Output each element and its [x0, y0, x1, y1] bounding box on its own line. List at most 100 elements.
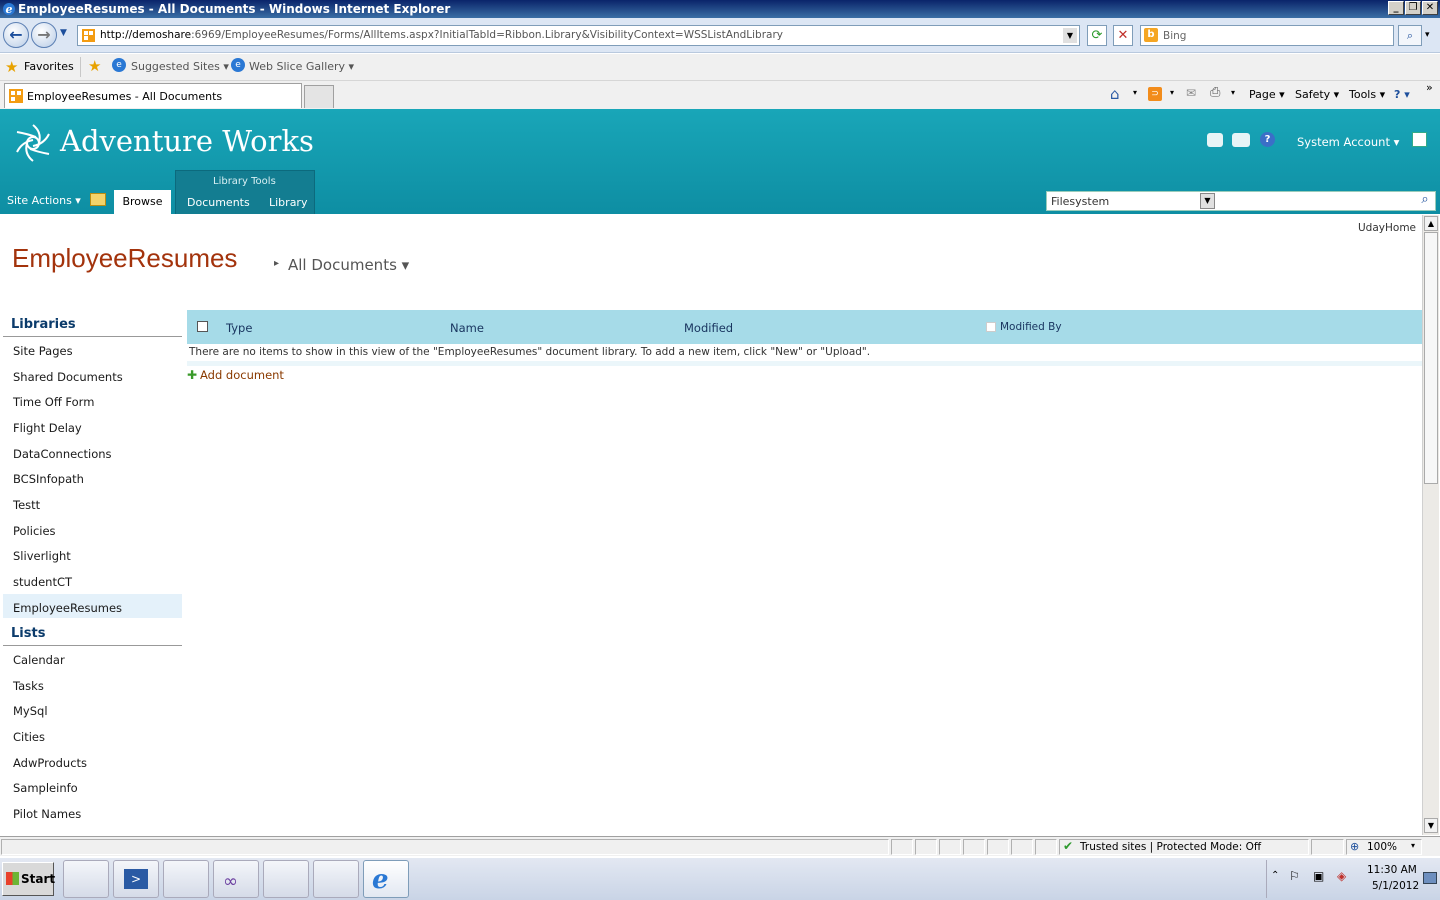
suggested-sites-link[interactable]: Suggested Sites ▾	[131, 60, 229, 73]
zoom-control[interactable]: ⊕ 100% ▾	[1346, 839, 1422, 855]
sidebar-item-cities[interactable]: Cities	[13, 730, 45, 744]
paint-icon[interactable]	[313, 860, 359, 898]
view-selector[interactable]: All Documents ▾	[288, 256, 409, 274]
add-icon[interactable]: ✚	[187, 368, 197, 382]
refresh-icon[interactable]: ⟳	[1087, 25, 1107, 46]
site-search-icon[interactable]: ⌕	[1417, 192, 1433, 210]
internet-explorer-icon[interactable]: e	[363, 860, 409, 898]
address-field[interactable]: http://demoshare:6969/EmployeeResumes/Fo…	[77, 25, 1080, 46]
new-tab-button[interactable]	[304, 85, 334, 108]
select-all-checkbox[interactable]	[197, 321, 208, 332]
sidebar-item-sliverlight[interactable]: Sliverlight	[13, 549, 71, 563]
minimize-button[interactable]: _	[1388, 1, 1404, 15]
add-favorites-icon[interactable]: ★	[88, 57, 101, 75]
site-actions-menu[interactable]: Site Actions ▾	[7, 194, 81, 207]
sidebar-item-adwproducts[interactable]: AdwProducts	[13, 756, 87, 770]
print-dropdown-icon[interactable]: ▾	[1231, 88, 1235, 97]
sidebar-item-employeeresumes[interactable]: EmployeeResumes	[13, 601, 122, 615]
mail-icon[interactable]: ✉	[1186, 86, 1196, 100]
tools-menu[interactable]: Tools ▾	[1349, 88, 1385, 101]
scope-dropdown-icon[interactable]: ▼	[1200, 193, 1215, 209]
user-menu[interactable]: System Account ▾	[1297, 135, 1399, 149]
page-status-icon[interactable]	[1412, 132, 1427, 147]
clock-time[interactable]: 11:30 AM	[1367, 864, 1417, 876]
favorites-button[interactable]: Favorites	[24, 60, 74, 73]
column-header-name[interactable]: Name	[450, 321, 484, 335]
vertical-scrollbar[interactable]: ▲ ▼	[1422, 215, 1439, 835]
sharepoint-page-icon	[82, 29, 95, 42]
safety-menu[interactable]: Safety ▾	[1295, 88, 1339, 101]
notes-icon[interactable]	[1232, 133, 1250, 147]
sidebar-item-studentct[interactable]: studentCT	[13, 575, 72, 589]
network-icon[interactable]: ▣	[1313, 869, 1324, 883]
web-slice-gallery-link[interactable]: Web Slice Gallery ▾	[249, 60, 354, 73]
feeds-dropdown-icon[interactable]: ▾	[1170, 88, 1174, 97]
recent-pages-icon[interactable]: ▼	[60, 28, 67, 38]
scroll-thumb[interactable]	[1424, 232, 1438, 484]
site-title[interactable]: Adventure Works	[60, 124, 314, 158]
bing-search-input[interactable]: b Bing	[1140, 25, 1394, 46]
help-menu[interactable]: ? ▾	[1394, 88, 1410, 101]
search-icon[interactable]: ⌕	[1398, 25, 1422, 46]
powershell-icon[interactable]: >	[113, 860, 159, 898]
home-dropdown-icon[interactable]: ▾	[1133, 88, 1137, 97]
tab-employeeresumes[interactable]: EmployeeResumes - All Documents	[4, 83, 302, 108]
sidebar-item-pilot-names[interactable]: Pilot Names	[13, 807, 81, 821]
column-header-modified[interactable]: Modified	[684, 321, 733, 335]
lists-header[interactable]: Lists	[11, 626, 45, 641]
back-icon[interactable]: ←	[3, 22, 29, 48]
tags-icon[interactable]	[1207, 133, 1223, 147]
sidebar-item-tasks[interactable]: Tasks	[13, 679, 44, 693]
stop-icon[interactable]: ✕	[1113, 25, 1133, 46]
explorer-icon[interactable]	[163, 860, 209, 898]
sidebar-item-mysql[interactable]: MySql	[13, 704, 48, 718]
scroll-down-icon[interactable]: ▼	[1424, 818, 1438, 833]
feeds-icon[interactable]: ⊃	[1148, 87, 1162, 101]
column-filter-icon[interactable]	[986, 322, 996, 332]
chevron-more-icon[interactable]: »	[1426, 81, 1433, 94]
start-button[interactable]: Start	[2, 862, 55, 896]
add-document-link[interactable]: Add document	[200, 368, 284, 382]
tab-documents[interactable]: Documents	[187, 196, 250, 209]
volume-icon[interactable]: ◈	[1337, 869, 1346, 883]
sidebar-item-testt[interactable]: Testt	[13, 498, 40, 512]
sidebar-item-policies[interactable]: Policies	[13, 524, 56, 538]
sidebar-item-flight-delay[interactable]: Flight Delay	[13, 421, 82, 435]
show-hidden-icons[interactable]: ⌃	[1271, 870, 1279, 881]
sidebar-item-shared-documents[interactable]: Shared Documents	[13, 370, 123, 384]
home-icon[interactable]: ⌂	[1110, 85, 1120, 103]
libraries-header[interactable]: Libraries	[11, 317, 76, 332]
show-desktop-icon[interactable]	[1423, 872, 1437, 884]
clock-date[interactable]: 5/1/2012	[1372, 880, 1419, 892]
security-zone[interactable]: ✔ Trusted sites | Protected Mode: Off	[1059, 839, 1309, 855]
sidebar-item-calendar[interactable]: Calendar	[13, 653, 65, 667]
sidebar-item-site-pages[interactable]: Site Pages	[13, 344, 73, 358]
breadcrumb-link[interactable]: UdayHome	[1358, 222, 1416, 234]
performance-monitor-icon[interactable]	[263, 860, 309, 898]
sidebar-item-time-off-form[interactable]: Time Off Form	[13, 395, 94, 409]
page-title[interactable]: EmployeeResumes	[12, 243, 237, 274]
page-menu[interactable]: Page ▾	[1249, 88, 1285, 101]
tab-browse[interactable]: Browse	[114, 190, 171, 214]
scroll-up-icon[interactable]: ▲	[1424, 216, 1438, 231]
server-manager-icon[interactable]	[63, 860, 109, 898]
navigate-up-icon[interactable]	[90, 193, 106, 206]
help-icon[interactable]: ?	[1260, 132, 1275, 147]
column-header-type[interactable]: Type	[226, 321, 252, 335]
address-dropdown-icon[interactable]: ▼	[1063, 28, 1077, 43]
popup-settings-icon[interactable]	[1311, 839, 1344, 855]
search-scope-select[interactable]: Filesystem	[1051, 195, 1109, 208]
sidebar-item-dataconnections[interactable]: DataConnections	[13, 447, 112, 461]
print-icon[interactable]: ⎙	[1210, 85, 1220, 100]
action-center-icon[interactable]: ⚐	[1289, 869, 1300, 883]
sidebar-item-bcsinfopath[interactable]: BCSInfopath	[13, 472, 84, 486]
visual-studio-icon[interactable]: ∞	[213, 860, 259, 898]
sidebar-item-sampleinfo[interactable]: Sampleinfo	[13, 781, 78, 795]
site-search-input[interactable]	[1219, 192, 1415, 210]
search-options-icon[interactable]: ▾	[1425, 30, 1430, 40]
forward-icon[interactable]: →	[31, 22, 57, 48]
column-header-modified-by[interactable]: Modified By	[1000, 321, 1062, 333]
maximize-button[interactable]: ❐	[1405, 1, 1421, 15]
close-button[interactable]: ✕	[1422, 1, 1438, 15]
tab-library[interactable]: Library	[269, 196, 307, 209]
